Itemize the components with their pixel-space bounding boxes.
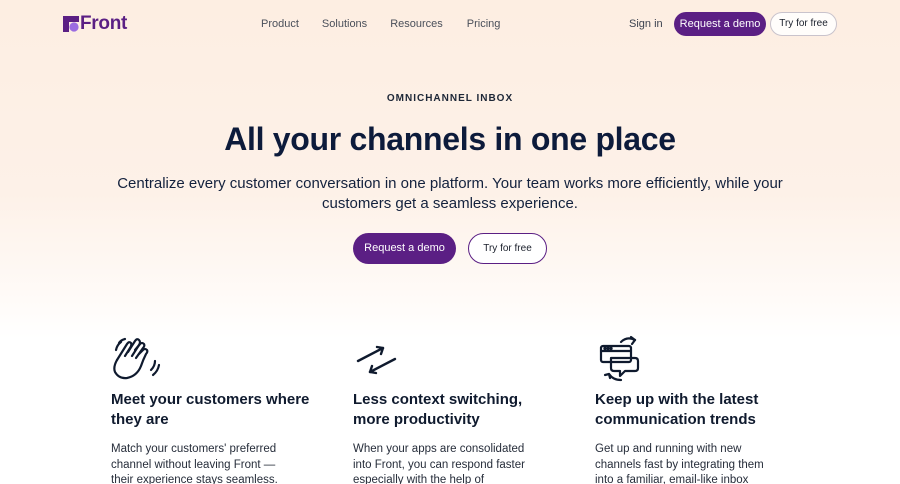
top-nav: Front Product Solutions Resources Pricin… bbox=[0, 0, 900, 48]
feature-latest-trends: Keep up with the latest communication tr… bbox=[595, 334, 800, 484]
nav-link-product[interactable]: Product bbox=[261, 17, 299, 31]
hero-eyebrow: OMNICHANNEL INBOX bbox=[386, 93, 514, 104]
hero-request-demo-button[interactable]: Request a demo bbox=[353, 233, 456, 264]
front-logo[interactable]: Front bbox=[63, 14, 127, 34]
swap-arrows-icon bbox=[356, 345, 397, 375]
feature-title: Keep up with the latest communication tr… bbox=[595, 391, 759, 428]
front-logo-icon bbox=[63, 16, 79, 32]
feature-body: When your apps are consolidated into Fro… bbox=[353, 443, 525, 484]
logo-text: Front bbox=[80, 13, 128, 34]
nav-try-free-button[interactable]: Try for free bbox=[770, 12, 837, 36]
feature-title: Less context switching, more productivit… bbox=[353, 391, 523, 428]
channel-sync-icon bbox=[599, 335, 640, 382]
hero-title: All your channels in one place bbox=[224, 121, 676, 157]
nav-link-pricing[interactable]: Pricing bbox=[467, 17, 501, 31]
feature-less-switching: Less context switching, more productivit… bbox=[353, 334, 558, 484]
nav-link-solutions[interactable]: Solutions bbox=[322, 17, 367, 31]
hero-try-free-button[interactable]: Try for free bbox=[468, 233, 547, 264]
waving-hands-icon bbox=[113, 337, 161, 380]
nav-request-demo-button[interactable]: Request a demo bbox=[674, 12, 766, 36]
feature-body: Get up and running with new channels fas… bbox=[595, 443, 764, 484]
hero-subtitle: Centralize every customer conversation i… bbox=[117, 175, 783, 212]
feature-title: Meet your customers where they are bbox=[111, 391, 310, 428]
nav-links: Product Solutions Resources Pricing bbox=[261, 17, 524, 31]
sign-in-link[interactable]: Sign in bbox=[629, 17, 663, 31]
nav-link-resources[interactable]: Resources bbox=[390, 17, 443, 31]
feature-body: Match your customers' preferred channel … bbox=[111, 443, 278, 484]
feature-meet-customers: Meet your customers where they are Match… bbox=[111, 334, 316, 484]
